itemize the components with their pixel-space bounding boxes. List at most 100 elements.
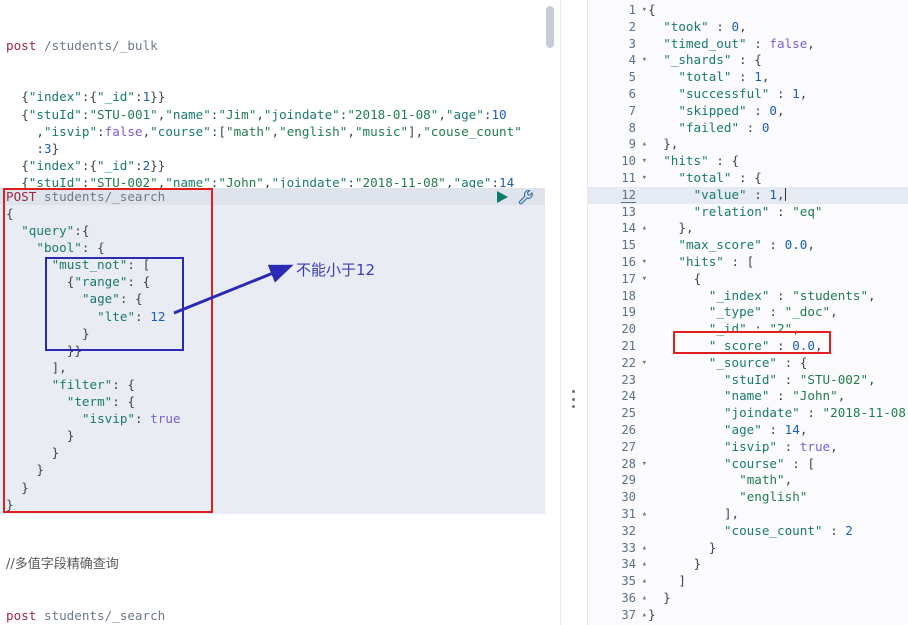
response-line[interactable]: 1 ▾{ xyxy=(588,2,908,19)
fold-toggle-icon[interactable]: ▾ xyxy=(638,254,647,271)
response-line[interactable]: 3 "timed_out" : false, xyxy=(588,36,908,53)
line-number: 11 ▾ xyxy=(621,170,647,185)
fold-toggle-icon[interactable]: ▴ xyxy=(638,590,647,607)
code-line[interactable]: "lte": 12 xyxy=(6,308,545,325)
request-editor-pane[interactable]: post /students/_bulk {"index":{"_id":1}}… xyxy=(0,0,560,625)
editor-scrollbar[interactable] xyxy=(546,0,554,625)
response-pane[interactable]: 1 ▾{2 "took" : 0, 3 "timed_out" : false, 4 ▾… xyxy=(588,0,908,625)
response-code: "skipped" : 0, xyxy=(678,102,785,118)
search-request-line[interactable]: POST students/_search xyxy=(0,188,545,205)
response-line[interactable]: 26 "age" : 14, xyxy=(588,422,908,439)
response-line[interactable]: 20 "_id" : "2", xyxy=(588,321,908,338)
fold-toggle-icon[interactable]: ▴ xyxy=(638,220,647,237)
response-line[interactable]: 8 "failed" : 0 xyxy=(588,120,908,137)
response-line[interactable]: 9 ▴ }, xyxy=(588,136,908,153)
response-line[interactable]: 34 ▴ } xyxy=(588,556,908,573)
response-line[interactable]: 33 ▴ } xyxy=(588,540,908,557)
fold-toggle-icon[interactable]: ▴ xyxy=(638,540,647,557)
response-line[interactable]: 6 "successful" : 1, xyxy=(588,86,908,103)
fold-toggle-icon[interactable]: ▴ xyxy=(638,506,647,523)
bulk-request-line[interactable]: post /students/_bulk xyxy=(6,37,522,54)
line-number: 1 ▾ xyxy=(628,3,647,17)
response-line[interactable]: 25 "joindate" : "2018-11-08", xyxy=(588,405,908,422)
fold-toggle-icon[interactable]: ▾ xyxy=(638,456,647,473)
code-line[interactable]: "filter": { xyxy=(6,376,545,393)
response-line[interactable]: 18 "_index" : "students", xyxy=(588,288,908,305)
response-line[interactable]: 35 ▴ ] xyxy=(588,573,908,590)
response-line[interactable]: 15 "max_score" : 0.0, xyxy=(588,237,908,254)
fold-toggle-icon[interactable]: ▾ xyxy=(638,52,647,69)
fold-toggle-icon[interactable]: ▾ xyxy=(638,271,647,288)
response-line[interactable]: 29 "math", xyxy=(588,472,908,489)
response-line[interactable]: 17 ▾ { xyxy=(588,271,908,288)
code-line[interactable]: "term": { xyxy=(6,393,545,410)
response-line[interactable]: 4 ▾ "_shards" : { xyxy=(588,52,908,69)
fold-toggle-icon[interactable]: ▴ xyxy=(638,136,647,153)
response-line[interactable]: 11 ▾ "total" : { xyxy=(588,170,908,187)
search-request-block[interactable]: POST students/_search { "query":{ "bool"… xyxy=(0,188,545,514)
tail-request-line[interactable]: post students/_search xyxy=(6,607,165,624)
code-line[interactable]: "must_not": [ xyxy=(6,256,545,273)
response-line[interactable]: 32 "couse_count" : 2 xyxy=(588,523,908,540)
response-code: "total" : 1, xyxy=(678,69,770,85)
line-number: 33 ▴ xyxy=(621,540,647,555)
code-line[interactable]: "age": { xyxy=(6,290,545,307)
response-line[interactable]: 28 ▾ "course" : [ xyxy=(588,456,908,473)
response-code: "timed_out" : false, xyxy=(663,35,815,51)
response-line[interactable]: 13 "relation" : "eq" xyxy=(588,204,908,221)
code-line[interactable]: ,"isvip":false,"course":["math","english… xyxy=(6,123,521,140)
response-code: "_source" : { xyxy=(708,354,808,370)
code-line[interactable]: { xyxy=(6,205,545,222)
response-line[interactable]: 5 "total" : 1, xyxy=(588,69,908,86)
search-request-body[interactable]: { "query":{ "bool": { "must_not": [ {"ra… xyxy=(0,205,545,513)
code-line[interactable]: }} xyxy=(6,342,545,359)
fold-toggle-icon[interactable]: ▴ xyxy=(638,573,647,590)
response-line[interactable]: 23 "stuId" : "STU-002", xyxy=(588,372,908,389)
fold-toggle-icon[interactable]: ▾ xyxy=(638,2,647,19)
code-line[interactable]: } xyxy=(6,479,545,496)
play-icon[interactable] xyxy=(494,189,510,209)
response-line[interactable]: 21 "_score" : 0.0, xyxy=(588,338,908,355)
code-line[interactable]: "bool": { xyxy=(6,239,545,256)
splitter-drag-handle[interactable] xyxy=(570,390,576,408)
fold-toggle-icon[interactable]: ▾ xyxy=(638,355,647,372)
response-line[interactable]: 30 "english" xyxy=(588,489,908,506)
wrench-icon[interactable] xyxy=(518,189,534,209)
response-line[interactable]: 37 ▴} xyxy=(588,607,908,624)
response-line[interactable]: 7 "skipped" : 0, xyxy=(588,103,908,120)
pane-splitter[interactable] xyxy=(560,0,588,625)
fold-toggle-icon[interactable]: ▾ xyxy=(638,170,647,187)
code-line[interactable]: } xyxy=(6,461,545,478)
response-line[interactable]: 10 ▾ "hits" : { xyxy=(588,153,908,170)
code-line[interactable]: } xyxy=(6,325,545,342)
code-line[interactable]: {"index":{"_id":2}} xyxy=(6,157,522,174)
code-line[interactable]: } xyxy=(6,496,545,513)
editor-scrollbar-thumb[interactable] xyxy=(546,6,554,48)
fold-toggle-icon[interactable]: ▴ xyxy=(638,556,647,573)
response-line[interactable]: 2 "took" : 0, xyxy=(588,19,908,36)
response-line[interactable]: 16 ▾ "hits" : [ xyxy=(588,254,908,271)
response-line[interactable]: 27 "isvip" : true, xyxy=(588,439,908,456)
fold-toggle-icon[interactable]: ▾ xyxy=(638,153,647,170)
response-line[interactable]: 31 ▴ ], xyxy=(588,506,908,523)
response-line[interactable]: 24 "name" : "John", xyxy=(588,388,908,405)
code-line[interactable]: } xyxy=(6,427,545,444)
code-line[interactable]: "isvip": true xyxy=(6,410,545,427)
code-line[interactable]: {"stuId":"STU-001","name":"Jim","joindat… xyxy=(6,106,522,123)
response-line[interactable]: 19 "_type" : "_doc", xyxy=(588,304,908,321)
request-toolbar[interactable] xyxy=(494,189,546,209)
code-line[interactable]: } xyxy=(6,444,545,461)
code-line[interactable]: :3} xyxy=(6,140,522,157)
response-code: "couse_count" : 2 xyxy=(723,522,853,538)
fold-toggle-icon[interactable]: ▴ xyxy=(638,607,647,624)
response-line[interactable]: 36 ▴ } xyxy=(588,590,908,607)
response-line[interactable]: 14 ▴ }, xyxy=(588,220,908,237)
code-line[interactable]: "query":{ xyxy=(6,222,545,239)
tail-request-block[interactable]: //多值字段精确查询 post students/_search { "prof… xyxy=(0,522,165,625)
response-line[interactable]: 22 ▾ "_source" : { xyxy=(588,355,908,372)
line-number: 4 ▾ xyxy=(628,53,647,68)
code-line[interactable]: {"index":{"_id":1}} xyxy=(6,88,522,105)
code-line[interactable]: ], xyxy=(6,359,545,376)
response-line[interactable]: 12 "value" : 1, xyxy=(588,186,908,204)
code-line[interactable]: {"range": { xyxy=(6,273,545,290)
